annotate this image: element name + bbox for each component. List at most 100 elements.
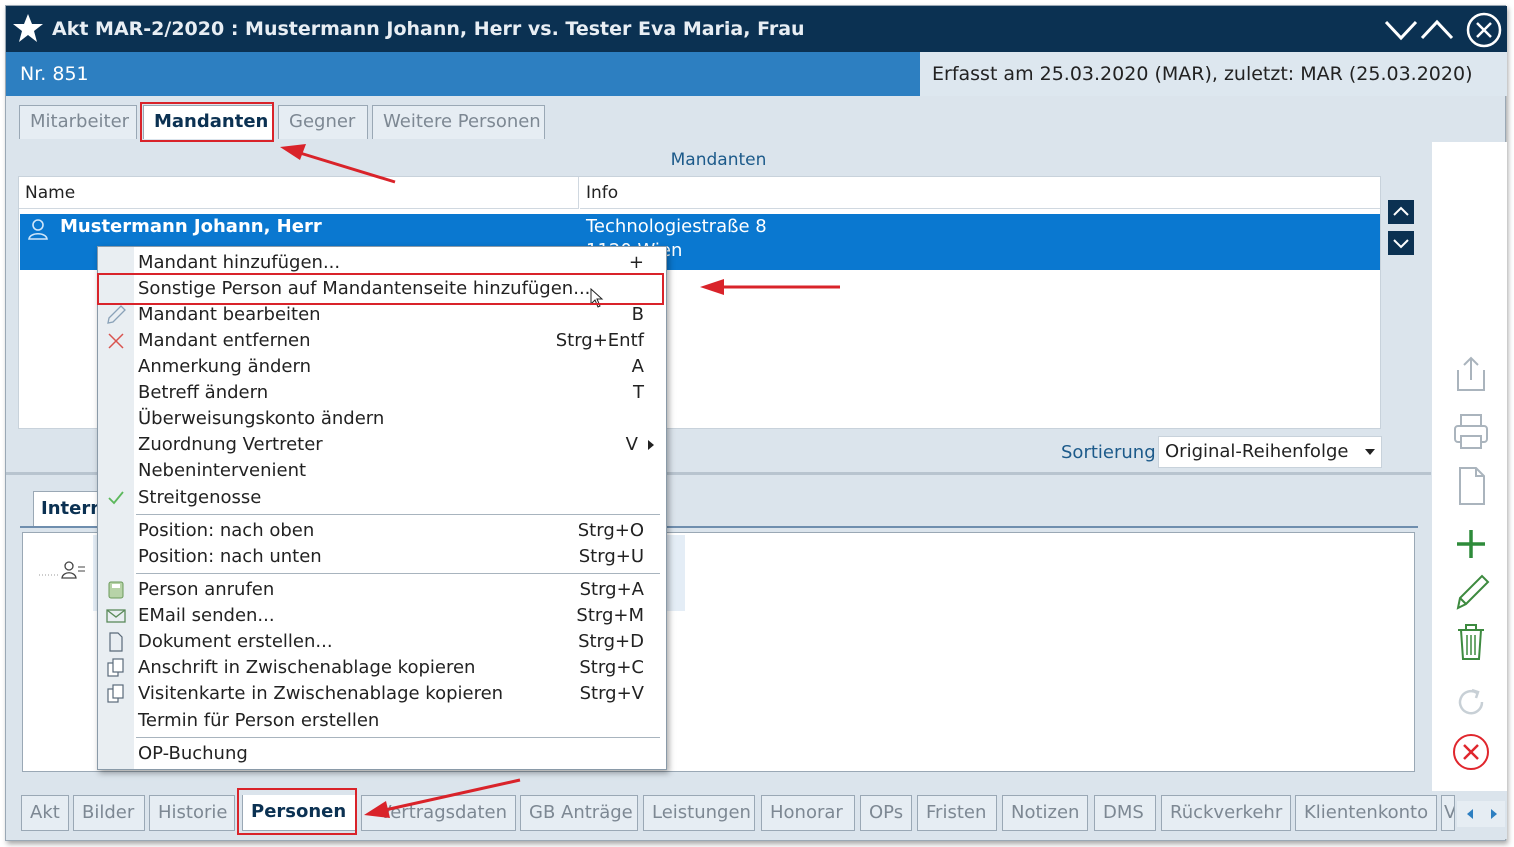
menu-item-label: Position: nach unten — [138, 546, 322, 567]
menu-item-mandant-hinzufuegen[interactable]: Mandant hinzufügen... + — [98, 250, 666, 276]
menu-item-visitenkarte-kopieren[interactable]: Visitenkarte in Zwischenablage kopieren S… — [98, 681, 666, 707]
menu-separator — [136, 514, 660, 515]
print-icon[interactable] — [1452, 412, 1490, 452]
tab-overflow[interactable]: V — [1441, 795, 1455, 831]
menu-item-termin-erstellen[interactable]: Termin für Person erstellen — [98, 708, 666, 734]
menu-item-zuordnung-vertreter[interactable]: Zuordnung Vertreter V — [98, 432, 666, 458]
cancel-icon[interactable] — [1452, 732, 1490, 772]
tab-leistungen[interactable]: Leistungen — [643, 795, 755, 831]
tab-akt[interactable]: Akt — [21, 795, 69, 831]
menu-item-label: Person anrufen — [138, 579, 275, 600]
export-icon[interactable] — [1452, 354, 1490, 394]
tab-mitarbeiter[interactable]: Mitarbeiter — [19, 105, 137, 139]
menu-item-label: Mandant entfernen — [138, 330, 311, 351]
refresh-icon[interactable] — [1452, 682, 1490, 722]
menu-item-streitgenosse[interactable]: Streitgenosse — [98, 485, 666, 511]
tab-klientenkonto[interactable]: Klientenkonto — [1295, 795, 1437, 831]
menu-item-position-nach-oben[interactable]: Position: nach oben Strg+O — [98, 518, 666, 544]
menu-item-shortcut: V — [625, 434, 638, 455]
tab-vertragsdaten[interactable]: Vertragsdaten — [361, 795, 516, 831]
menu-separator — [136, 737, 660, 738]
close-icon[interactable] — [1465, 11, 1503, 49]
menu-item-mandant-bearbeiten[interactable]: Mandant bearbeiten B — [98, 302, 666, 328]
tab-rueckverkehr[interactable]: Rückverkehr — [1161, 795, 1291, 831]
tab-mandanten[interactable]: Mandanten — [143, 105, 274, 139]
email-icon — [106, 609, 126, 623]
person-icon — [28, 219, 48, 240]
action-sidebar — [1432, 142, 1507, 794]
menu-item-shortcut: Strg+D — [578, 631, 644, 652]
panel-caption: Mandanten — [670, 150, 767, 170]
chevron-up-icon — [1393, 206, 1409, 216]
menu-item-label: Sonstige Person auf Mandantenseite hinzu… — [138, 278, 591, 299]
menu-item-person-anrufen[interactable]: Person anrufen Strg+A — [98, 577, 666, 603]
document-icon[interactable] — [1452, 466, 1490, 506]
tab-ops[interactable]: OPs — [860, 795, 912, 831]
menu-item-label: OP-Buchung — [138, 743, 248, 764]
chevron-down-icon — [1393, 239, 1409, 249]
menu-item-label: Visitenkarte in Zwischenablage kopieren — [138, 683, 504, 704]
scroll-down-button[interactable] — [1388, 231, 1414, 255]
chevron-down-icon[interactable] — [1384, 14, 1418, 44]
favorite-star-icon[interactable] — [12, 12, 44, 44]
menu-item-op-buchung[interactable]: OP-Buchung — [98, 741, 666, 767]
menu-item-shortcut: Strg+A — [579, 579, 644, 600]
menu-item-shortcut: + — [628, 252, 644, 273]
info-bar: Nr. 851 Erfasst am 25.03.2020 (MAR), zul… — [6, 52, 1507, 96]
scroll-up-button[interactable] — [1388, 200, 1414, 224]
menu-item-shortcut: Strg+C — [579, 657, 644, 678]
pencil-icon — [107, 305, 126, 324]
menu-item-label: Termin für Person erstellen — [138, 710, 380, 731]
sort-label: Sortierung — [1061, 442, 1156, 463]
copy-icon — [107, 684, 124, 703]
sort-select[interactable]: Original-Reihenfolge — [1158, 436, 1382, 468]
tab-fristen[interactable]: Fristen — [917, 795, 997, 831]
menu-item-ueberweisungskonto-aendern[interactable]: Überweisungskonto ändern — [98, 406, 666, 432]
menu-item-label: Betreff ändern — [138, 382, 269, 403]
mandant-name: Mustermann Johann, Herr — [60, 216, 322, 237]
tab-scroll-buttons[interactable] — [1457, 801, 1505, 827]
menu-item-label: Position: nach oben — [138, 520, 315, 541]
window-title: Akt MAR-2/2020 : Mustermann Johann, Herr… — [52, 18, 805, 40]
tab-gb-antraege[interactable]: GB Anträge — [520, 795, 638, 831]
menu-item-betreff-aendern[interactable]: Betreff ändern T — [98, 380, 666, 406]
title-bar: Akt MAR-2/2020 : Mustermann Johann, Herr… — [6, 6, 1507, 52]
column-header-info[interactable]: Info — [580, 177, 1380, 209]
menu-item-label: Nebenintervenient — [138, 460, 307, 481]
menu-item-label: EMail senden... — [138, 605, 275, 626]
menu-item-shortcut: Strg+M — [576, 605, 644, 626]
tab-gegner[interactable]: Gegner — [278, 105, 368, 139]
delete-x-icon — [108, 333, 124, 349]
edit-pencil-icon[interactable] — [1452, 572, 1490, 612]
menu-item-label: Mandant hinzufügen... — [138, 252, 341, 273]
menu-item-anschrift-kopieren[interactable]: Anschrift in Zwischenablage kopieren Strg… — [98, 655, 666, 681]
dropdown-arrow-icon — [1365, 449, 1375, 455]
bottom-tab-bar: Akt Bilder Historie Personen Vertragsdat… — [6, 791, 1507, 839]
menu-item-sonstige-person-hinzufuegen[interactable]: Sonstige Person auf Mandantenseite hinzu… — [98, 276, 666, 302]
delete-trash-icon[interactable] — [1452, 622, 1490, 662]
menu-item-mandant-entfernen[interactable]: Mandant entfernen Strg+Entf — [98, 328, 666, 354]
tab-weitere-personen[interactable]: Weitere Personen — [372, 105, 545, 139]
tab-honorar[interactable]: Honorar — [761, 795, 855, 831]
akt-number: Nr. 851 — [20, 63, 89, 85]
menu-item-dokument-erstellen[interactable]: Dokument erstellen... Strg+D — [98, 629, 666, 655]
context-menu: Mandant hinzufügen... + Sonstige Person a… — [97, 246, 667, 770]
phone-icon — [108, 581, 124, 599]
menu-item-email-senden[interactable]: EMail senden... Strg+M — [98, 603, 666, 629]
menu-item-nebenintervenient[interactable]: Nebenintervenient — [98, 458, 666, 484]
column-header-name[interactable]: Name — [19, 177, 579, 209]
tab-bilder[interactable]: Bilder — [73, 795, 145, 831]
tab-dms[interactable]: DMS — [1094, 795, 1156, 831]
add-icon[interactable] — [1452, 524, 1490, 564]
menu-item-shortcut: A — [631, 356, 644, 377]
menu-item-shortcut: Strg+O — [577, 520, 644, 541]
mandant-info-line1: Technologiestraße 8 — [586, 216, 767, 237]
chevron-up-icon[interactable] — [1420, 14, 1454, 44]
tab-personen[interactable]: Personen — [242, 795, 356, 831]
menu-item-position-nach-unten[interactable]: Position: nach unten Strg+U — [98, 544, 666, 570]
menu-item-shortcut: Strg+Entf — [555, 330, 644, 351]
person-list-icon — [39, 561, 85, 579]
tab-notizen[interactable]: Notizen — [1002, 795, 1088, 831]
tab-historie[interactable]: Historie — [149, 795, 235, 831]
menu-item-anmerkung-aendern[interactable]: Anmerkung ändern A — [98, 354, 666, 380]
